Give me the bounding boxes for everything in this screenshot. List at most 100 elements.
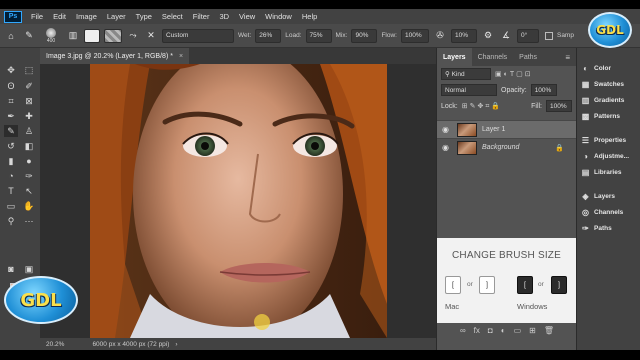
menu-help[interactable]: Help xyxy=(297,12,322,21)
smoothing-options-icon[interactable]: ⚙ xyxy=(481,29,495,43)
photoshop-window: Ps File Edit Image Layer Type Select Fil… xyxy=(0,0,640,360)
visibility-eye-icon[interactable]: ◉ xyxy=(442,125,452,134)
menu-layer[interactable]: Layer xyxy=(102,12,131,21)
shape-tool-icon[interactable]: ▭ xyxy=(4,200,18,212)
dock-adjustments[interactable]: ◑ Adjustme... xyxy=(581,150,640,162)
move-tool-icon[interactable]: ✥ xyxy=(4,64,18,76)
canvas-area[interactable] xyxy=(40,64,436,338)
mix-field[interactable]: 90% xyxy=(351,28,378,43)
more-tools-icon[interactable]: ⋯ xyxy=(22,215,36,227)
lock-icon[interactable]: 🔒 xyxy=(555,144,564,152)
letterbox-top xyxy=(0,0,640,9)
blur-tool-icon[interactable]: ● xyxy=(22,155,36,167)
dock-patterns[interactable]: ▩ Patterns xyxy=(581,110,640,122)
menu-select[interactable]: Select xyxy=(157,12,188,21)
hand-tool-icon[interactable]: ✋ xyxy=(22,200,36,212)
status-arrow-icon[interactable]: › xyxy=(175,341,177,348)
dock-gradients[interactable]: ▥ Gradients xyxy=(581,94,640,106)
blend-preset-select[interactable]: Custom xyxy=(162,28,234,43)
angle-field[interactable]: 0° xyxy=(516,28,539,43)
tab-channels[interactable]: Channels xyxy=(472,48,514,66)
portrait-photo[interactable] xyxy=(90,64,387,338)
frame-tool-icon[interactable]: ⊠ xyxy=(22,95,36,107)
wet-field[interactable]: 26% xyxy=(255,28,282,43)
pen-tool-icon[interactable]: ✑ xyxy=(22,170,36,182)
dock-color[interactable]: ◐ Color xyxy=(581,62,640,74)
brush-tool-icon[interactable]: ✎ xyxy=(4,125,18,137)
dock-swatches[interactable]: ▦ Swatches xyxy=(581,78,640,90)
layer-kind-filter[interactable]: ⚲ Kind xyxy=(441,68,491,80)
screen-mode-icon[interactable]: ▣ xyxy=(22,263,36,275)
sample-all-checkbox[interactable] xyxy=(544,31,553,40)
menu-image[interactable]: Image xyxy=(71,12,102,21)
brush-preset-picker[interactable]: 400 xyxy=(40,27,62,44)
smoothing-field[interactable]: 10% xyxy=(450,28,477,43)
path-select-tool-icon[interactable]: ↖ xyxy=(22,185,36,197)
menu-edit[interactable]: Edit xyxy=(48,12,71,21)
layer-row-background[interactable]: ◉ Background 🔒 xyxy=(437,138,576,156)
stamp-tool-icon[interactable]: ♙ xyxy=(22,125,36,137)
link-layers-icon[interactable]: ∞ xyxy=(460,326,466,335)
quick-select-tool-icon[interactable]: ✐ xyxy=(22,80,36,92)
visibility-eye-icon[interactable]: ◉ xyxy=(442,143,452,152)
panel-menu-icon[interactable]: ≡ xyxy=(565,53,570,62)
dock-libraries[interactable]: ▤ Libraries xyxy=(581,166,640,178)
layer-filter-row: ⚲ Kind ▣◐T▢⊡ xyxy=(437,66,576,82)
clean-brush-icon[interactable]: ✕ xyxy=(144,29,158,43)
dodge-tool-icon[interactable]: ◔ xyxy=(4,170,18,182)
dock-paths[interactable]: ✑ Paths xyxy=(581,222,640,234)
tab-layers[interactable]: Layers xyxy=(437,48,472,66)
tab-paths[interactable]: Paths xyxy=(513,48,543,66)
load-label: Load: xyxy=(285,32,302,39)
load-brush-swatch[interactable] xyxy=(104,28,122,43)
blend-mode-select[interactable]: Normal xyxy=(441,84,497,96)
lasso-tool-icon[interactable]: ʘ xyxy=(4,80,18,92)
load-field[interactable]: 75% xyxy=(305,28,332,43)
flow-field[interactable]: 100% xyxy=(400,28,429,43)
dock-properties[interactable]: ☰ Properties xyxy=(581,134,640,146)
sample-all-label: Samp xyxy=(556,32,574,39)
menu-view[interactable]: View xyxy=(234,12,260,21)
new-layer-icon[interactable]: ⊞ xyxy=(529,326,536,335)
dock-layers[interactable]: ◈ Layers xyxy=(581,190,640,202)
menu-3d[interactable]: 3D xyxy=(214,12,234,21)
adjustments-icon: ◑ xyxy=(583,151,588,161)
dock-channels[interactable]: ◎ Channels xyxy=(581,206,640,218)
close-tab-icon[interactable]: × xyxy=(179,53,183,60)
zoom-level[interactable]: 20.2% xyxy=(46,341,64,348)
add-mask-icon[interactable]: ◘ xyxy=(488,326,493,335)
lock-icons[interactable]: ⊞✎✥⌗🔒 xyxy=(462,102,502,111)
adjustment-layer-icon[interactable]: ◐ xyxy=(501,326,506,335)
smoothing-value: 10% xyxy=(454,32,468,39)
menu-file[interactable]: File xyxy=(26,12,48,21)
healing-tool-icon[interactable]: ✚ xyxy=(22,110,36,122)
brush-settings-icon[interactable]: ▥ xyxy=(66,29,80,43)
load-brush-icon[interactable]: ⤳ xyxy=(126,29,140,43)
eyedropper-tool-icon[interactable]: ✒ xyxy=(4,110,18,122)
quick-mask-icon[interactable]: ◙ xyxy=(4,263,18,275)
layer-row-layer-1[interactable]: ◉ Layer 1 xyxy=(437,120,576,138)
opacity-field[interactable]: 100% xyxy=(530,84,557,96)
windows-left-bracket-key: [ xyxy=(517,276,533,294)
delete-layer-icon[interactable]: 🗑 xyxy=(544,326,554,335)
marquee-tool-icon[interactable]: ⬚ xyxy=(22,64,36,76)
new-group-icon[interactable]: ▭ xyxy=(514,326,522,335)
document-tab[interactable]: Image 3.jpg @ 20.2% (Layer 1, RGB/8) * × xyxy=(40,48,190,64)
menu-filter[interactable]: Filter xyxy=(188,12,215,21)
eraser-tool-icon[interactable]: ◧ xyxy=(22,140,36,152)
history-brush-tool-icon[interactable]: ↺ xyxy=(4,140,18,152)
zoom-tool-icon[interactable]: ⚲ xyxy=(4,215,18,227)
current-brush-load-swatch[interactable] xyxy=(84,28,100,43)
fill-field[interactable]: 100% xyxy=(546,100,572,112)
menu-window[interactable]: Window xyxy=(260,12,297,21)
patterns-icon: ▩ xyxy=(581,111,590,121)
mixer-brush-icon[interactable]: ✎ xyxy=(22,29,36,43)
filter-type-icons[interactable]: ▣◐T▢⊡ xyxy=(495,70,533,78)
airbrush-icon[interactable]: ✇ xyxy=(433,29,447,43)
home-icon[interactable]: ⌂ xyxy=(4,29,18,43)
menu-type[interactable]: Type xyxy=(131,12,157,21)
gradient-tool-icon[interactable]: ▮ xyxy=(4,155,18,167)
crop-tool-icon[interactable]: ⌗ xyxy=(4,95,18,107)
fx-icon[interactable]: fx xyxy=(474,326,480,335)
type-tool-icon[interactable]: T xyxy=(4,185,18,197)
